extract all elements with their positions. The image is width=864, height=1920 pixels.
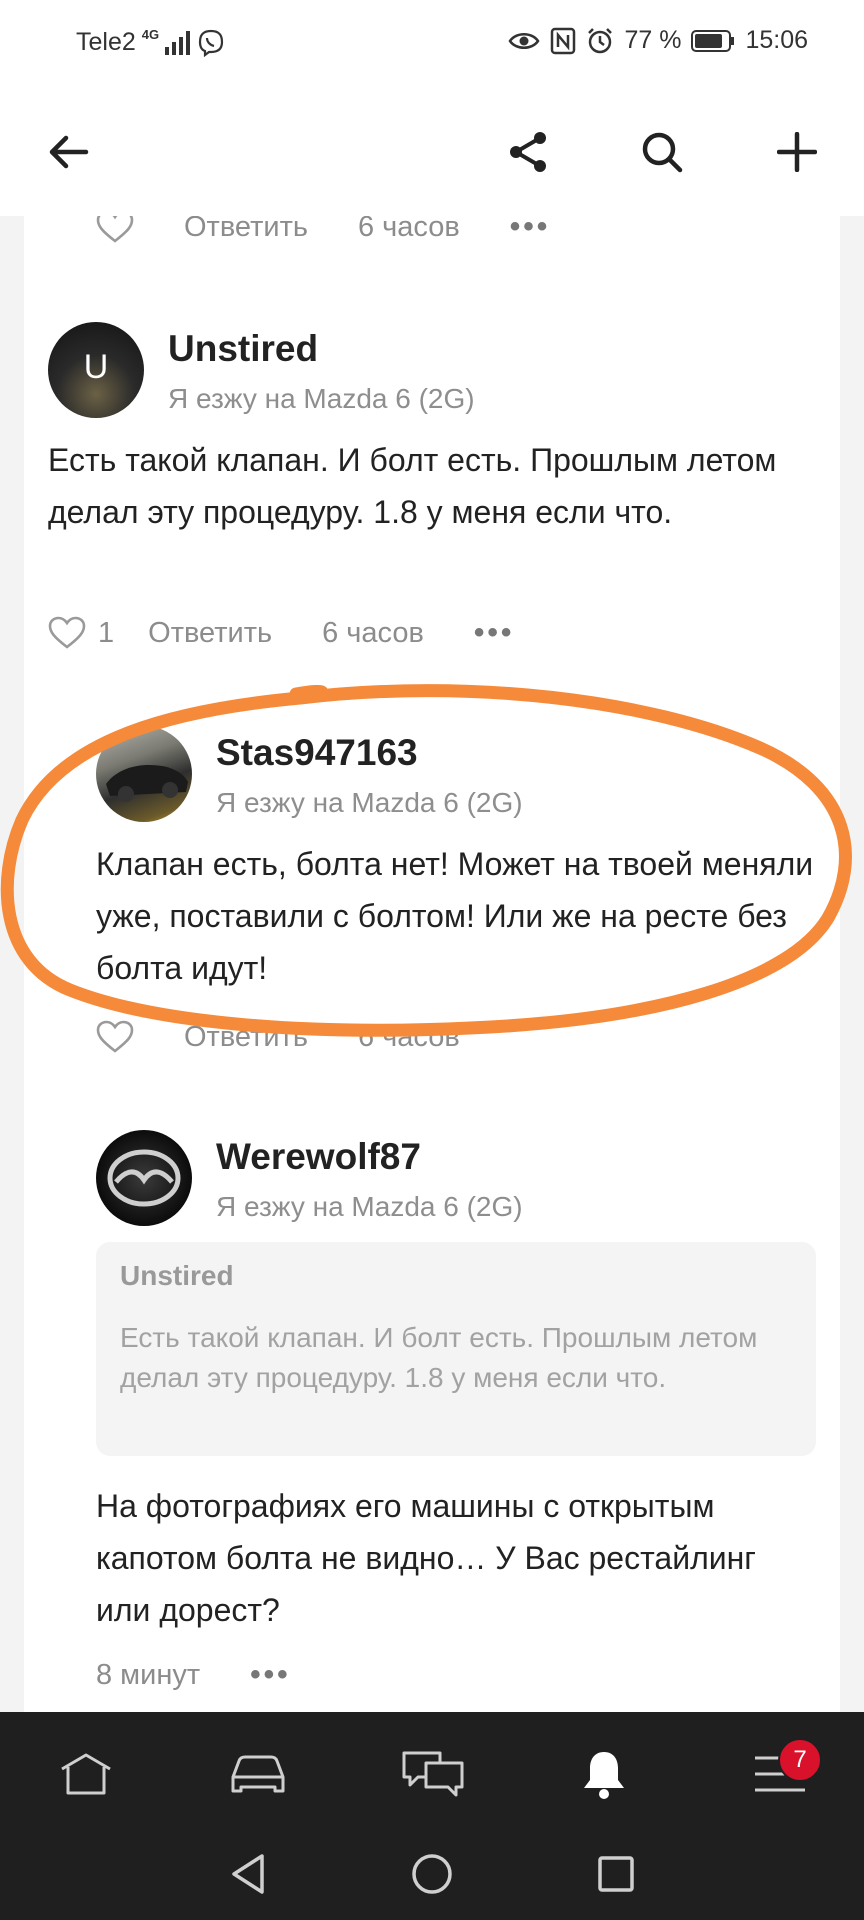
reply-button[interactable]: Ответить [148,617,272,650]
notification-badge: 7 [778,1738,822,1782]
signal-icon [165,30,191,55]
carrier-label: Tele2 [76,28,136,56]
comment-actions: Ответить 6 часов [96,1020,510,1054]
comment-text: Клапан есть, болта нет! Может на твоей м… [96,846,814,986]
reply-button[interactable]: Ответить [184,1021,308,1054]
bottom-navigation: 7 [0,1712,864,1920]
home-icon [61,1753,111,1795]
share-icon [510,132,546,172]
like-button[interactable]: 1 [48,616,114,650]
clock: 15:06 [745,26,808,54]
more-icon[interactable]: ••• [250,1658,291,1692]
tab-menu[interactable]: 7 [732,1734,828,1814]
eye-icon [508,32,540,49]
messages-icon [402,1751,464,1797]
comment-time: 6 часов [322,616,424,649]
battery-icon [691,29,735,52]
add-button[interactable] [765,120,829,184]
mazda-logo-icon [107,1149,181,1207]
comment-item: U Unstired Я езжу на Mazda 6 (2G) Есть т… [24,216,840,649]
comments-feed[interactable]: Ответить 6 часов ••• U Unstired Я езжу н… [0,216,864,1712]
user-car[interactable]: Я езжу на Mazda 6 (2G) [216,1191,523,1223]
comment-text: На фотографиях его машины с открытым кап… [96,1488,756,1628]
tab-notifications[interactable] [556,1734,652,1814]
avatar[interactable] [96,726,192,822]
status-bar: Tele2 4G 77 % 15:06 [0,0,864,86]
back-button[interactable] [36,120,100,184]
comment-time: 6 часов [357,1020,460,1053]
search-icon [642,132,683,173]
triangle-back-icon [232,1854,264,1894]
comments-card: Ответить 6 часов ••• U Unstired Я езжу н… [24,216,840,1712]
comment-actions: 1 Ответить 6 часов ••• [48,616,564,650]
tab-garage[interactable] [210,1734,306,1814]
back-arrow-icon [49,135,89,169]
system-recents-button[interactable] [586,1844,646,1904]
heart-icon [96,1020,134,1053]
quote-text: Есть такой клапан. И болт есть. Прошлым … [120,1322,758,1393]
quoted-comment[interactable]: Unstired Есть такой клапан. И болт есть.… [96,1242,816,1456]
circle-home-icon [412,1854,452,1894]
username[interactable]: Werewolf87 [216,1136,421,1178]
comment-actions: 8 минут ••• [96,1658,341,1692]
quote-author: Unstired [120,1260,234,1291]
username[interactable]: Stas947163 [216,732,418,774]
battery-percent: 77 % [624,26,682,54]
share-button[interactable] [496,120,560,184]
comment-time: 8 минут [96,1658,201,1691]
like-count: 1 [98,616,115,649]
car-icon [231,1755,285,1793]
viber-icon [199,29,224,57]
plus-icon [777,132,817,172]
system-home-button[interactable] [402,1844,462,1904]
username[interactable]: Unstired [168,328,318,370]
user-car[interactable]: Я езжу на Mazda 6 (2G) [216,787,523,819]
like-button[interactable] [96,1020,134,1054]
tab-messages[interactable] [385,1734,481,1814]
avatar-letter: U [83,348,109,386]
user-car[interactable]: Я езжу на Mazda 6 (2G) [168,383,475,415]
search-button[interactable] [630,120,694,184]
avatar[interactable]: U [48,322,144,418]
more-icon[interactable]: ••• [474,616,515,650]
square-recents-icon [598,1856,634,1892]
notifications-icon [584,1752,624,1799]
car-photo-icon [106,764,188,802]
system-back-button[interactable] [218,1844,278,1904]
avatar[interactable] [96,1130,192,1226]
heart-icon [48,616,86,649]
tab-home[interactable] [38,1734,134,1814]
app-bar [0,86,864,216]
alarm-icon [588,27,613,53]
network-type: 4G [141,27,160,42]
comment-text: Есть такой клапан. И болт есть. Прошлым … [48,442,777,530]
nfc-icon [551,27,576,54]
